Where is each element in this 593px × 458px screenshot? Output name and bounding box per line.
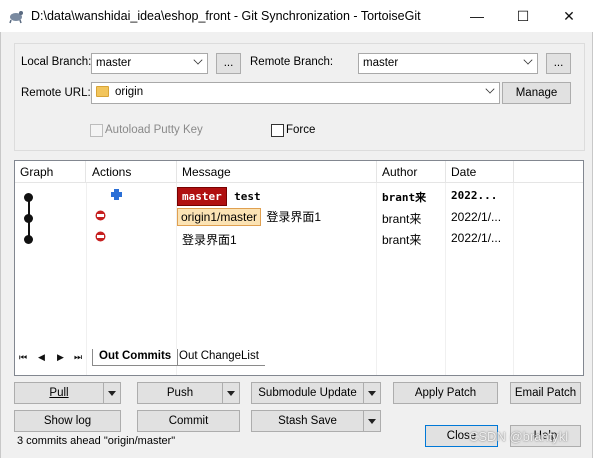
nav-next-button[interactable]: ▶ — [57, 352, 64, 363]
minimize-button[interactable]: — — [454, 0, 500, 32]
title-bar: D:\data\wanshidai_idea\eshop_front - Git… — [0, 0, 593, 32]
remote-branch-value: master — [363, 57, 399, 69]
column-message[interactable]: Message — [177, 161, 377, 183]
commit-list[interactable]: Graph Actions Message Author Date master… — [14, 160, 584, 376]
message-cell: 登录界面1 — [182, 233, 237, 247]
date-cell: 2022... — [451, 189, 498, 202]
message-cell: master test — [177, 187, 261, 206]
tortoisegit-icon — [9, 11, 23, 24]
nav-first-button[interactable]: ⏮ — [19, 352, 27, 363]
dialog-body: Local Branch: master ... Remote Branch: … — [0, 32, 593, 458]
local-branch-combo[interactable]: master — [91, 53, 208, 74]
date-cell: 2022/1/... — [451, 210, 502, 224]
manage-button[interactable]: Manage — [502, 82, 571, 104]
author-cell: brant来 — [382, 212, 422, 226]
author-cell: brant来 — [382, 233, 422, 247]
email-patch-button[interactable]: Email Patch — [510, 382, 581, 404]
folder-icon — [96, 86, 109, 97]
force-checkbox[interactable] — [271, 124, 284, 137]
pull-button[interactable]: Pull — [14, 382, 121, 404]
local-branch-value: master — [96, 57, 132, 69]
remote-branch-browse-button[interactable]: ... — [546, 53, 571, 74]
nav-last-button[interactable]: ⏭ — [74, 352, 82, 363]
column-author[interactable]: Author — [377, 161, 446, 183]
chevron-down-icon — [193, 55, 203, 65]
local-branch-label: Local Branch: — [21, 56, 92, 68]
chevron-down-icon — [523, 55, 533, 65]
submodule-update-button[interactable]: Submodule Update — [251, 382, 381, 404]
stash-save-label: Stash Save — [278, 415, 337, 427]
pull-action-icon — [95, 210, 106, 221]
branch-tag: origin1/master — [177, 208, 262, 226]
pull-dropdown-arrow[interactable] — [103, 383, 121, 403]
message-text: test — [234, 190, 261, 203]
push-action-icon — [111, 189, 122, 200]
local-branch-browse-button[interactable]: ... — [216, 53, 241, 74]
maximize-button[interactable]: ☐ — [500, 0, 546, 32]
submodule-dropdown-arrow[interactable] — [363, 383, 381, 403]
column-date[interactable]: Date — [446, 161, 514, 183]
window-title: D:\data\wanshidai_idea\eshop_front - Git… — [31, 9, 421, 23]
chevron-down-icon — [485, 84, 495, 94]
remote-branch-combo[interactable]: master — [358, 53, 538, 74]
column-graph[interactable]: Graph — [15, 161, 86, 183]
pull-label: Pull — [49, 387, 69, 399]
message-cell: origin1/master 登录界面1 — [177, 208, 321, 226]
remote-url-value: origin — [115, 86, 144, 98]
commit-list-header: Graph Actions Message Author Date — [15, 161, 583, 183]
branch-tag: master — [177, 187, 227, 206]
pull-action-icon — [95, 231, 106, 242]
remote-url-label: Remote URL: — [21, 87, 91, 99]
push-label: Push — [166, 387, 194, 399]
apply-patch-button[interactable]: Apply Patch — [393, 382, 498, 404]
message-text: 登录界面1 — [266, 210, 322, 224]
author-cell: brant来 — [382, 191, 427, 204]
table-row[interactable]: origin1/master 登录界面1 brant来 2022/1/... — [15, 208, 583, 228]
show-log-button[interactable]: Show log — [14, 410, 121, 432]
submodule-update-label: Submodule Update — [258, 387, 357, 399]
remote-branch-label: Remote Branch: — [250, 56, 334, 68]
column-actions[interactable]: Actions — [87, 161, 177, 183]
remote-url-combo[interactable]: origin — [91, 82, 500, 104]
nav-prev-button[interactable]: ◀ — [38, 352, 45, 363]
table-row[interactable]: 登录界面1 brant来 2022/1/... — [15, 229, 583, 249]
date-cell: 2022/1/... — [451, 231, 502, 245]
table-row[interactable]: master test brant来 2022... — [15, 187, 583, 207]
autoload-putty-checkbox[interactable] — [90, 124, 103, 137]
tab-out-changelist[interactable]: Out ChangeList — [173, 349, 265, 366]
force-label: Force — [286, 124, 316, 136]
watermark: CSDN @brantykl — [469, 429, 569, 444]
push-dropdown-arrow[interactable] — [222, 383, 240, 403]
status-text: 3 commits ahead "origin/master" — [17, 435, 176, 447]
commit-button[interactable]: Commit — [137, 410, 240, 432]
tab-bar: ⏮ ◀ ▶ ⏭ Out Commits Out ChangeList — [14, 349, 584, 367]
stash-save-button[interactable]: Stash Save — [251, 410, 381, 432]
tab-out-commits[interactable]: Out Commits — [92, 349, 179, 366]
close-window-button[interactable]: ✕ — [546, 0, 592, 32]
push-button[interactable]: Push — [137, 382, 240, 404]
autoload-putty-label: Autoload Putty Key — [105, 124, 203, 136]
stash-dropdown-arrow[interactable] — [363, 411, 381, 431]
